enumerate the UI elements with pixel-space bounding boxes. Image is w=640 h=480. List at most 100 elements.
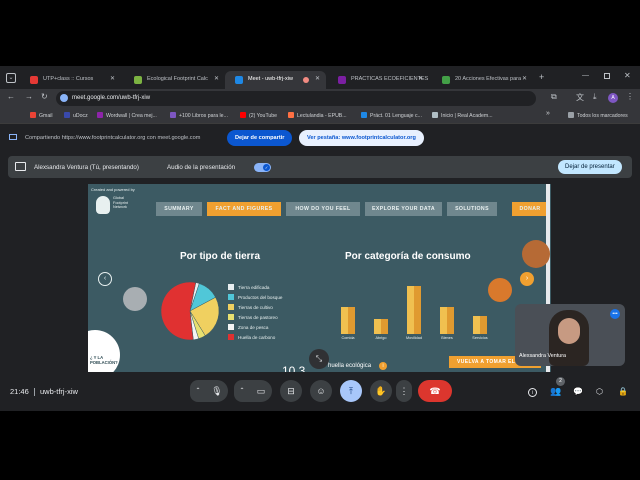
bookmark-label: Inicio | Real Academ... bbox=[441, 113, 493, 119]
poblacion-text: ¿ Y LA POBLACIÓN? bbox=[90, 355, 118, 365]
legend-label: Productos del bosque bbox=[238, 295, 283, 300]
address-bar[interactable]: meet.google.com/uwb-tfrj-xiw bbox=[56, 91, 536, 106]
consumption-bar bbox=[341, 307, 355, 334]
bookmark-label: Práct. 01 Lenguaje c... bbox=[370, 113, 422, 119]
sharing-infobar: Compartiendo https://www.footprintcalcul… bbox=[0, 124, 640, 152]
gmail-icon bbox=[30, 112, 36, 118]
avatar[interactable]: A bbox=[608, 93, 618, 103]
legend-label: Huella de carbono bbox=[238, 335, 276, 340]
captions-icon[interactable]: ⊟ bbox=[280, 380, 302, 402]
nav-feel[interactable]: HOW DO YOU FEEL bbox=[286, 202, 360, 216]
more-menu-icon[interactable]: ⋮ bbox=[626, 92, 634, 101]
bookmark-udocz[interactable]: uDocz bbox=[64, 112, 88, 119]
bar-label-food: Comida bbox=[341, 336, 355, 340]
download-icon[interactable]: ⤓ bbox=[593, 92, 597, 102]
audio-label: Audio de la presentación bbox=[167, 164, 236, 171]
restore-icon[interactable] bbox=[604, 73, 610, 79]
drag-move-handle[interactable]: ⤡ bbox=[309, 349, 329, 369]
legend-label: Tierras de pastoreo bbox=[238, 315, 278, 320]
people-icon[interactable]: 👥 bbox=[550, 386, 561, 397]
bookmark-libros[interactable]: +100 Libros para le... bbox=[170, 112, 228, 119]
microphone-icon[interactable]: 🎙 bbox=[206, 380, 228, 402]
bookmark-gmail[interactable]: Gmail bbox=[30, 112, 53, 119]
tab-utp[interactable]: UTP+class :: Cursos ✕ bbox=[20, 71, 121, 89]
presenting-bar: Alexsandra Ventura (Tú, presentando) Aud… bbox=[8, 156, 632, 178]
nav-donar[interactable]: DONAR bbox=[512, 202, 548, 216]
mic-options-icon[interactable]: ⌃ bbox=[190, 380, 206, 402]
legend-crop: Tierras de cultivo bbox=[228, 304, 273, 310]
bookmark-youtube[interactable]: (2) YouTube bbox=[240, 112, 277, 119]
legend-carbon: Huella de carbono bbox=[228, 334, 275, 340]
raise-hand-icon[interactable]: ✋ bbox=[370, 380, 392, 402]
footprint-icon bbox=[134, 76, 142, 84]
view-tab-button[interactable]: Ver pestaña: www.footprintcalculator.org bbox=[299, 130, 424, 146]
leave-call-icon[interactable]: ☎ bbox=[418, 380, 452, 402]
tab-meet[interactable]: Meet - uwb-tfrj-xiw ✕ bbox=[225, 71, 326, 89]
moon-planet-icon bbox=[123, 287, 147, 311]
close-icon[interactable]: ✕ bbox=[418, 75, 423, 82]
reload-icon[interactable]: ↻ bbox=[41, 92, 48, 101]
tab-practicas[interactable]: PRACTICAS ECOEFICIENTES ✕ bbox=[328, 71, 429, 89]
close-icon[interactable]: ✕ bbox=[110, 75, 115, 82]
tab-acciones[interactable]: 20 Acciones Efectivas para ✕ bbox=[432, 71, 533, 89]
bar-label-shelter: Abrigo bbox=[375, 336, 387, 340]
folder-icon bbox=[568, 112, 574, 118]
close-window-icon[interactable]: ✕ bbox=[624, 71, 631, 80]
bookmark-label: +100 Libros para le... bbox=[179, 113, 228, 119]
new-tab-icon[interactable]: + bbox=[539, 72, 544, 82]
tab-search-icon[interactable]: ⌄ bbox=[6, 73, 16, 83]
tab-strip: ⌄ UTP+class :: Cursos ✕ Ecological Footpr… bbox=[0, 66, 640, 89]
meeting-info-icon[interactable]: i bbox=[528, 388, 537, 397]
activities-icon[interactable]: ⬡ bbox=[596, 387, 603, 396]
tab-footprint[interactable]: Ecological Footprint Calc ✕ bbox=[124, 71, 225, 89]
nav-solutions[interactable]: SOLUTIONS bbox=[447, 202, 497, 216]
acciones-icon bbox=[442, 76, 450, 84]
legend-grazing: Tierras de pastoreo bbox=[228, 314, 278, 320]
extensions-icon[interactable]: ⧉ bbox=[551, 92, 557, 102]
bookmarks-overflow-icon[interactable]: » bbox=[546, 110, 550, 117]
emoji-icon[interactable]: ☺ bbox=[310, 380, 332, 402]
present-now-icon[interactable]: ⤒ bbox=[340, 380, 362, 402]
stop-sharing-button[interactable]: Dejar de compartir bbox=[227, 130, 293, 146]
close-icon[interactable]: ✕ bbox=[214, 75, 219, 82]
stop-presenting-button[interactable]: Dejar de presentar bbox=[558, 160, 622, 174]
info-icon[interactable]: i bbox=[379, 362, 387, 370]
chat-icon[interactable]: 💬 bbox=[573, 387, 583, 396]
next-arrow-icon[interactable]: › bbox=[520, 272, 534, 286]
bookmark-lectulandia[interactable]: Lectulandia - EPUB... bbox=[288, 112, 347, 119]
bookmark-label: (2) YouTube bbox=[249, 113, 278, 119]
more-options-icon[interactable]: ⋮ bbox=[396, 380, 412, 402]
audio-toggle[interactable]: ✓ bbox=[254, 163, 271, 172]
host-controls-icon[interactable]: 🔒 bbox=[618, 387, 628, 396]
right-title: Por categoría de consumo bbox=[345, 251, 471, 262]
participant-tile[interactable]: ••• Alexsandra Ventura bbox=[515, 304, 625, 366]
browser-toolbar: ← → ↻ meet.google.com/uwb-tfrj-xiw ⧉ 文 ⤓… bbox=[0, 89, 640, 108]
legend-forest: Productos del bosque bbox=[228, 294, 282, 300]
practica-icon bbox=[361, 112, 367, 118]
tab-label: PRACTICAS ECOEFICIENTES bbox=[351, 76, 429, 82]
translate-icon[interactable]: 文 bbox=[576, 92, 584, 103]
bookmarks-bar: Gmail uDocz Wordwall | Crea mej... +100 … bbox=[0, 108, 640, 124]
bookmark-practica[interactable]: Práct. 01 Lenguaje c... bbox=[361, 112, 422, 119]
prev-arrow-icon[interactable]: ‹ bbox=[98, 272, 112, 286]
back-icon[interactable]: ← bbox=[7, 92, 15, 101]
forward-icon[interactable]: → bbox=[25, 92, 33, 101]
legend-swatch bbox=[228, 294, 234, 300]
legend-swatch bbox=[228, 284, 234, 290]
utp-icon bbox=[30, 76, 38, 84]
site-info-icon[interactable] bbox=[60, 94, 68, 102]
bookmark-wordwall[interactable]: Wordwall | Crea mej... bbox=[97, 112, 157, 119]
bookmark-label: Wordwall | Crea mej... bbox=[106, 113, 157, 119]
nav-summary[interactable]: SUMMARY bbox=[156, 202, 202, 216]
bookmark-rae[interactable]: Inicio | Real Academ... bbox=[432, 112, 493, 119]
camera-icon[interactable]: ▭ bbox=[250, 380, 272, 402]
close-icon[interactable]: ✕ bbox=[522, 75, 527, 82]
camera-options-icon[interactable]: ⌃ bbox=[234, 380, 250, 402]
nav-facts[interactable]: FACT AND FIGURES bbox=[207, 202, 281, 216]
legend-swatch bbox=[228, 314, 234, 320]
minimize-icon[interactable]: — bbox=[582, 72, 589, 79]
footprint-number: 10.3 bbox=[282, 364, 306, 372]
nav-explore[interactable]: EXPLORE YOUR DATA bbox=[365, 202, 442, 216]
close-icon[interactable]: ✕ bbox=[315, 75, 320, 82]
bookmark-all[interactable]: Todos los marcadores bbox=[568, 112, 628, 119]
